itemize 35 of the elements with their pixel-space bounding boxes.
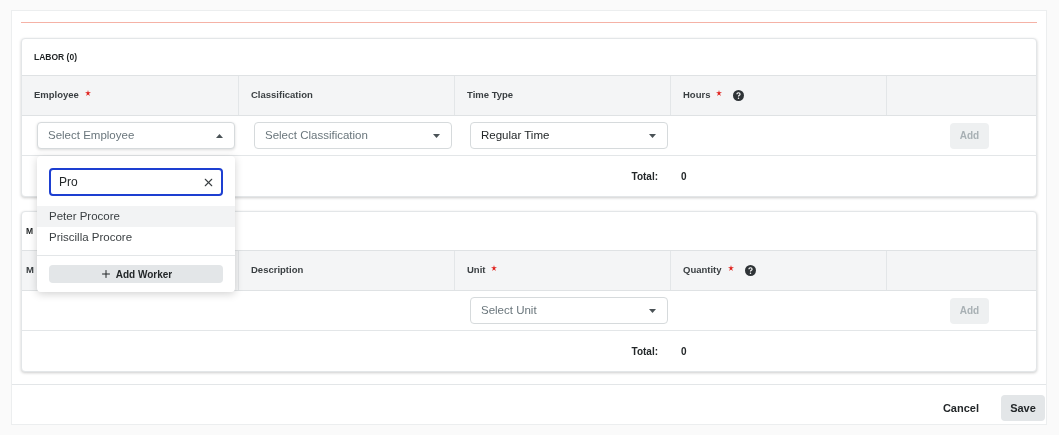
- column-header: Quantity: [683, 263, 722, 278]
- save-button[interactable]: Save: [1001, 395, 1045, 421]
- select-field[interactable]: Select Unit: [470, 297, 668, 324]
- total-value: 0: [681, 344, 687, 359]
- cancel-button[interactable]: Cancel: [940, 395, 981, 421]
- section-title: LABOR (0): [34, 50, 77, 64]
- total-label: Total:: [631, 169, 658, 184]
- required-icon: [716, 89, 723, 96]
- add-worker-button[interactable]: Add Worker: [49, 265, 223, 283]
- section-title: M: [26, 224, 34, 238]
- caret-icon: [649, 133, 656, 138]
- column-header: Hours: [683, 88, 711, 103]
- required-icon: [84, 89, 91, 96]
- employee-option[interactable]: Peter Procore: [37, 206, 235, 227]
- select-field[interactable]: Select Employee: [37, 122, 235, 149]
- total-value: 0: [681, 169, 687, 184]
- column-header: M: [26, 263, 34, 278]
- select-field[interactable]: Select Classification: [254, 122, 452, 149]
- column-header: Unit: [467, 263, 486, 278]
- column-header: Time Type: [467, 88, 514, 103]
- select-field[interactable]: Regular Time: [470, 122, 668, 149]
- employee-option[interactable]: Priscilla Procore: [37, 227, 235, 248]
- total-label: Total:: [631, 344, 658, 359]
- caret-icon: [649, 308, 656, 313]
- required-icon: [491, 264, 498, 271]
- required-icon: [727, 264, 734, 271]
- caret-icon: [433, 133, 440, 138]
- column-header: Employee: [34, 88, 79, 103]
- caret-icon: [216, 133, 223, 138]
- help-icon[interactable]: [744, 265, 756, 276]
- plus-icon: [99, 268, 112, 280]
- column-header: Classification: [251, 88, 313, 103]
- search-field[interactable]: Pro: [49, 168, 223, 196]
- column-header: Description: [251, 263, 304, 278]
- help-icon[interactable]: [733, 90, 745, 101]
